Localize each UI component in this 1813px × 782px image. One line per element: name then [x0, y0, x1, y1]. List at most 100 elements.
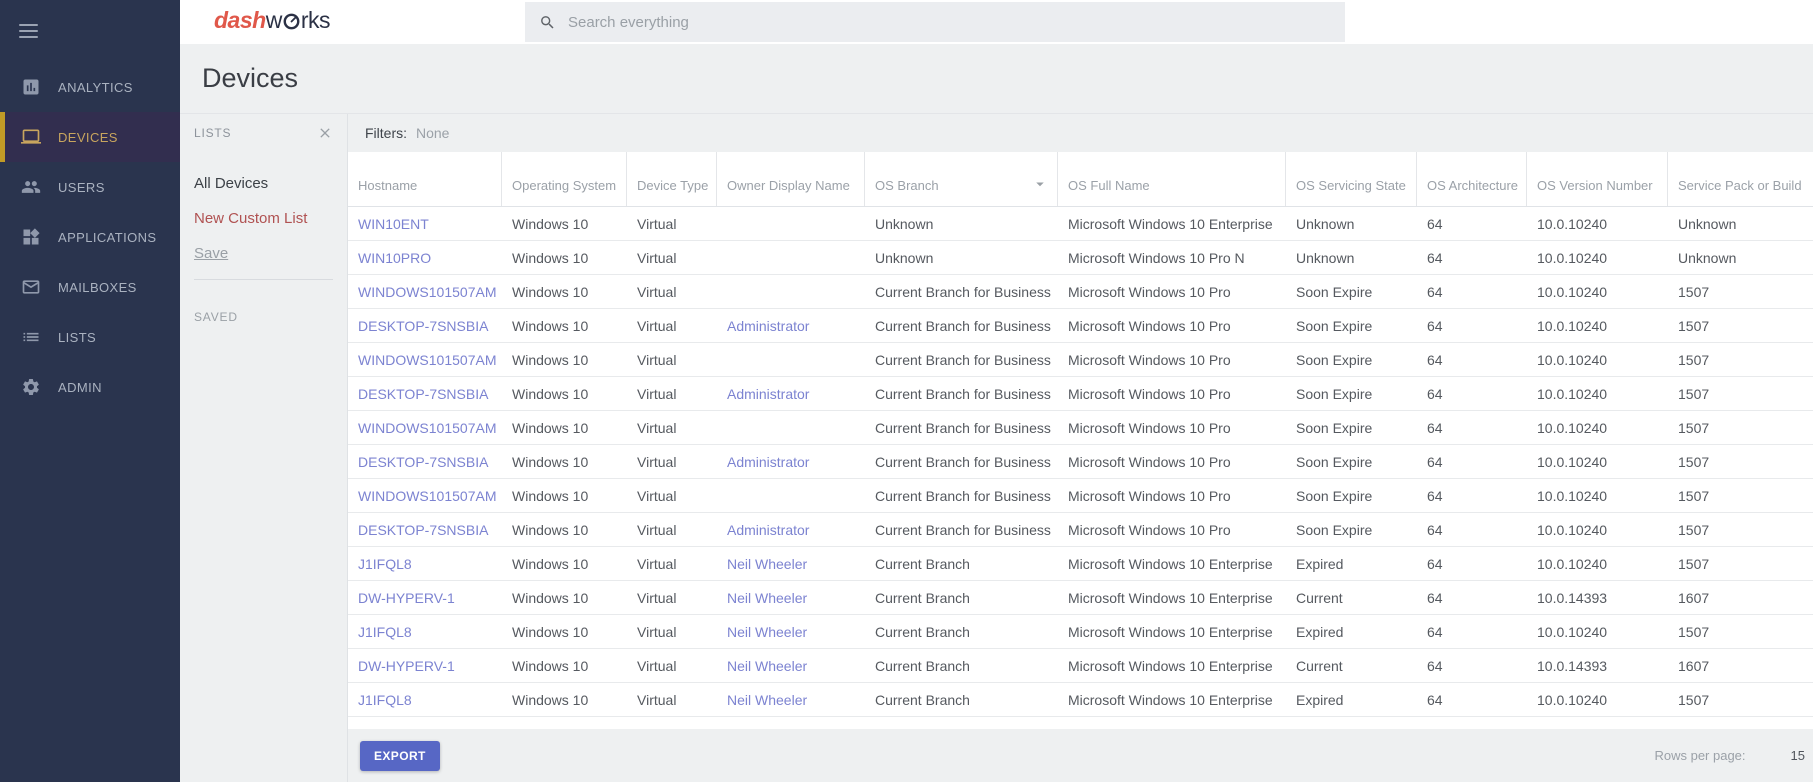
cell-hostname: DESKTOP-7SNSBIA [348, 445, 502, 478]
cell-hostname: J1IFQL8 [348, 547, 502, 580]
filter-bar[interactable]: Filters: None [348, 114, 1813, 152]
list-item-new-custom-list[interactable]: New Custom List [180, 201, 347, 236]
cell-os_architecture: 64 [1427, 555, 1443, 572]
cell-os_servicing_state: Soon Expire [1296, 521, 1373, 538]
cell-os_full_name: Microsoft Windows 10 Pro N [1068, 249, 1245, 266]
sidebar-item-analytics[interactable]: ANALYTICS [0, 62, 180, 112]
owner-link[interactable]: Neil Wheeler [727, 590, 807, 606]
column-header-device-type[interactable]: Device Type [627, 152, 717, 206]
column-header-hostname[interactable]: Hostname [348, 152, 502, 206]
cell-os_version: 10.0.14393 [1537, 589, 1608, 606]
column-header-os-version-number[interactable]: OS Version Number [1527, 152, 1668, 206]
column-header-os-branch[interactable]: OS Branch [865, 152, 1058, 206]
cell-os_servicing_state: Expired [1296, 623, 1344, 640]
hostname-link[interactable]: J1IFQL8 [358, 556, 412, 572]
sidebar-item-devices[interactable]: DEVICES [0, 112, 180, 162]
search-input[interactable] [568, 13, 1288, 31]
hamburger-icon [19, 20, 38, 42]
column-header-service-pack-or-build[interactable]: Service Pack or Build [1668, 152, 1813, 206]
laptop-icon [21, 127, 41, 147]
cell-os_version: 10.0.10240 [1537, 419, 1608, 436]
cell-os_servicing_state: Soon Expire [1296, 283, 1373, 300]
cell-owner: Neil Wheeler [717, 649, 865, 682]
cell-os_servicing_state: Soon Expire [1296, 385, 1373, 402]
sidebar: ANALYTICS DEVICES USERS APPLICATIONS MAI… [0, 0, 180, 782]
dashworks-logo[interactable]: dash w rks [214, 7, 330, 34]
column-header-os-full-name[interactable]: OS Full Name [1058, 152, 1286, 206]
hostname-link[interactable]: DESKTOP-7SNSBIA [358, 454, 488, 470]
list-item-all-devices[interactable]: All Devices [180, 166, 347, 201]
close-panel-button[interactable] [317, 125, 333, 141]
cell-service_pack: 1507 [1678, 385, 1710, 402]
owner-link[interactable]: Administrator [727, 386, 809, 402]
hostname-link[interactable]: J1IFQL8 [358, 692, 412, 708]
cell-os: Windows 10 [512, 385, 589, 402]
page-title: Devices [202, 63, 299, 93]
cell-os_branch: Current Branch for Business [875, 521, 1051, 538]
rows-per-page-value[interactable]: 15 [1791, 748, 1805, 763]
cell-os: Windows 10 [512, 215, 589, 232]
cell-device_type: Virtual [637, 351, 677, 368]
table-row: WINDOWS101507AM Windows 10 Virtual Current … [348, 275, 1813, 309]
hostname-link[interactable]: WINDOWS101507AM [358, 420, 496, 436]
cell-service_pack: 1507 [1678, 487, 1710, 504]
sidebar-item-applications[interactable]: APPLICATIONS [0, 212, 180, 262]
cell-service_pack: 1507 [1678, 555, 1710, 572]
hostname-link[interactable]: WIN10ENT [358, 216, 429, 232]
cell-service_pack: 1507 [1678, 419, 1710, 436]
cell-os_branch: Current Branch [875, 691, 970, 708]
owner-link[interactable]: Administrator [727, 318, 809, 334]
hostname-link[interactable]: J1IFQL8 [358, 624, 412, 640]
sidebar-item-admin[interactable]: ADMIN [0, 362, 180, 412]
cell-os_branch: Current Branch for Business [875, 419, 1051, 436]
export-button[interactable]: EXPORT [360, 740, 440, 771]
list-item-save[interactable]: Save [180, 236, 347, 271]
hostname-link[interactable]: DESKTOP-7SNSBIA [358, 386, 488, 402]
hostname-link[interactable]: DW-HYPERV-1 [358, 590, 455, 606]
cell-os_servicing_state: Expired [1296, 691, 1344, 708]
cell-os_version: 10.0.14393 [1537, 657, 1608, 674]
owner-link[interactable]: Neil Wheeler [727, 658, 807, 674]
cell-hostname: WIN10PRO [348, 241, 502, 274]
table-row: DESKTOP-7SNSBIA Windows 10 Virtual Administ… [348, 309, 1813, 343]
sidebar-item-label: DEVICES [58, 129, 118, 145]
cell-hostname: DESKTOP-7SNSBIA [348, 309, 502, 342]
owner-link[interactable]: Neil Wheeler [727, 692, 807, 708]
hostname-link[interactable]: WINDOWS101507AM [358, 284, 496, 300]
cell-os_version: 10.0.10240 [1537, 487, 1608, 504]
cell-os_servicing_state: Current [1296, 657, 1343, 674]
cell-device_type: Virtual [637, 385, 677, 402]
cell-os_branch: Current Branch for Business [875, 453, 1051, 470]
cell-device_type: Virtual [637, 283, 677, 300]
menu-button[interactable] [0, 0, 180, 62]
column-header-owner-display-name[interactable]: Owner Display Name [717, 152, 865, 206]
cell-os_architecture: 64 [1427, 657, 1443, 674]
owner-link[interactable]: Administrator [727, 454, 809, 470]
cell-device_type: Virtual [637, 249, 677, 266]
owner-link[interactable]: Neil Wheeler [727, 556, 807, 572]
cell-os_version: 10.0.10240 [1537, 317, 1608, 334]
hostname-link[interactable]: DESKTOP-7SNSBIA [358, 522, 488, 538]
cell-os_version: 10.0.10240 [1537, 453, 1608, 470]
cell-os_full_name: Microsoft Windows 10 Enterprise [1068, 623, 1273, 640]
column-header-operating-system[interactable]: Operating System [502, 152, 627, 206]
cell-os_architecture: 64 [1427, 453, 1443, 470]
sidebar-item-mailboxes[interactable]: MAILBOXES [0, 262, 180, 312]
sidebar-item-users[interactable]: USERS [0, 162, 180, 212]
table-row: DESKTOP-7SNSBIA Windows 10 Virtual Administ… [348, 445, 1813, 479]
hostname-link[interactable]: DESKTOP-7SNSBIA [358, 318, 488, 334]
hostname-link[interactable]: DW-HYPERV-1 [358, 658, 455, 674]
column-header-os-architecture[interactable]: OS Architecture [1417, 152, 1527, 206]
cell-service_pack: Unknown [1678, 249, 1737, 266]
hostname-link[interactable]: WINDOWS101507AM [358, 488, 496, 504]
cell-os_version: 10.0.10240 [1537, 385, 1608, 402]
title-area: Devices [180, 44, 1813, 113]
filters-value: None [416, 125, 450, 141]
owner-link[interactable]: Neil Wheeler [727, 624, 807, 640]
hostname-link[interactable]: WIN10PRO [358, 250, 431, 266]
cell-os: Windows 10 [512, 589, 589, 606]
owner-link[interactable]: Administrator [727, 522, 809, 538]
sidebar-item-lists[interactable]: LISTS [0, 312, 180, 362]
hostname-link[interactable]: WINDOWS101507AM [358, 352, 496, 368]
column-header-os-servicing-state[interactable]: OS Servicing State [1286, 152, 1417, 206]
